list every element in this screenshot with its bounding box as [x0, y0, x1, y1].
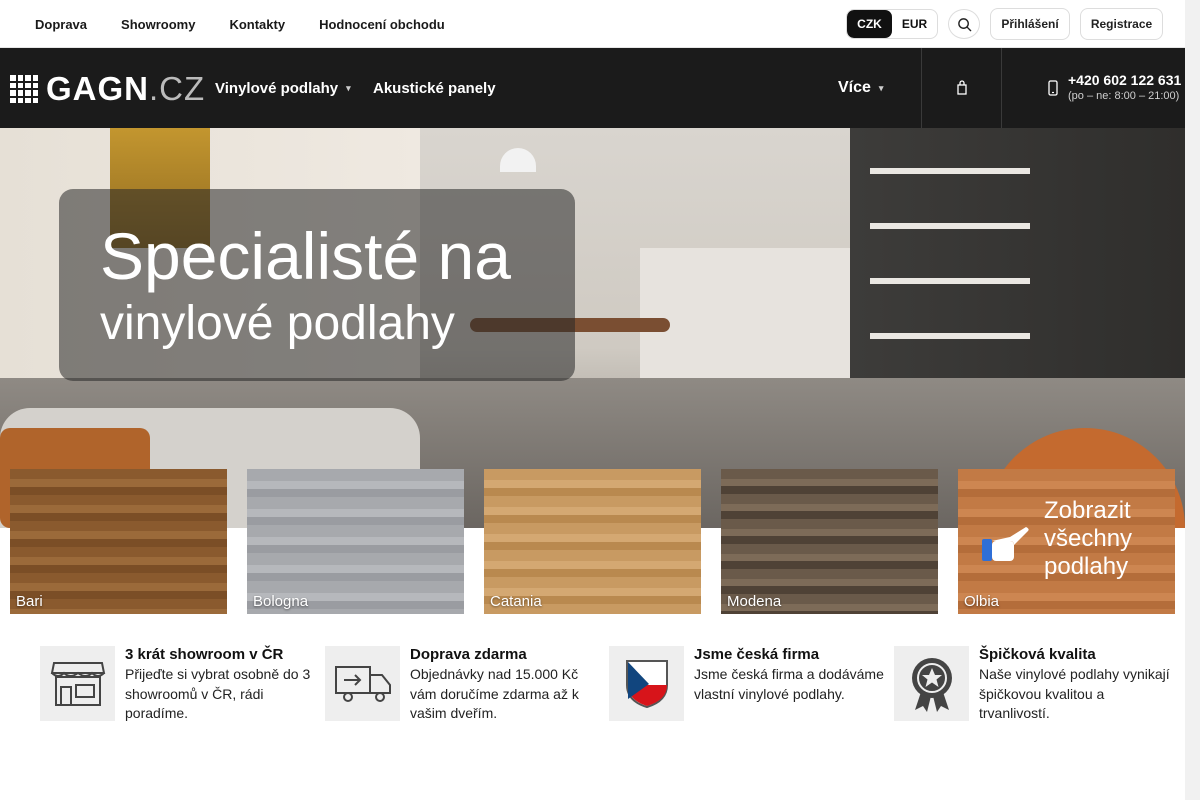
phone-icon — [1048, 80, 1058, 96]
main-header: GAGN.CZ Vinylové podlahy ▾ Akustické pan… — [0, 48, 1185, 128]
czech-flag-shield-icon — [609, 646, 684, 721]
truck-icon — [325, 646, 400, 721]
nav-more[interactable]: Více ▾ — [838, 48, 883, 128]
currency-eur-button[interactable]: EUR — [892, 10, 937, 38]
phone-contact[interactable]: +420 602 122 631 (po – ne: 8:00 – 21:00) — [1048, 72, 1181, 102]
hero-headline-line-1: Specialisté na — [100, 219, 511, 293]
nav-more-label: Více — [838, 79, 871, 96]
floor-tile-label: Catania — [490, 593, 542, 610]
feature-desc: Objednávky nad 15.000 Kč vám doručíme zd… — [410, 666, 579, 721]
nav-divider — [1001, 48, 1002, 128]
login-button[interactable]: Přihlášení — [990, 8, 1070, 40]
hero-headline-line-2: vinylové podlahy — [100, 297, 455, 350]
logo[interactable]: GAGN.CZ — [10, 70, 205, 108]
store-icon — [40, 646, 115, 721]
search-button[interactable] — [948, 9, 980, 39]
cart-icon — [957, 80, 967, 95]
top-link-kontakty[interactable]: Kontakty — [229, 17, 285, 32]
floor-tile-catania[interactable]: Catania — [484, 469, 701, 614]
register-button[interactable]: Registrace — [1080, 8, 1163, 40]
search-icon — [957, 17, 971, 31]
floor-tile-modena[interactable]: Modena — [721, 469, 938, 614]
chevron-down-icon: ▾ — [346, 82, 351, 93]
feature-title: 3 krát showroom v ČR — [125, 646, 284, 663]
floor-tile-label: Olbia — [964, 593, 1000, 610]
top-link-hodnoceni[interactable]: Hodnocení obchodu — [319, 17, 445, 32]
floor-tile-label: Bari — [16, 593, 43, 610]
top-nav: Doprava Showroomy Kontakty Hodnocení obc… — [35, 0, 445, 48]
currency-czk-button[interactable]: CZK — [847, 10, 892, 38]
nav-vinyl-floors-label: Vinylové podlahy — [215, 79, 339, 97]
feature-title: Jsme česká firma — [694, 646, 820, 663]
cart-button[interactable] — [955, 48, 969, 128]
feature-title: Špičková kvalita — [979, 646, 1096, 663]
phone-number: +420 602 122 631 — [1068, 72, 1182, 88]
currency-switch: CZK EUR — [846, 9, 938, 39]
top-bar: Doprava Showroomy Kontakty Hodnocení obc… — [0, 0, 1185, 48]
top-link-showroomy[interactable]: Showroomy — [121, 17, 195, 32]
feature-desc: Naše vinylové podlahy vynikají špičkovou… — [979, 666, 1170, 721]
feature-title: Doprava zdarma — [410, 646, 527, 663]
nav-vinyl-floors[interactable]: Vinylové podlahy ▾ — [215, 48, 351, 128]
floor-tile-label: Modena — [727, 593, 782, 610]
tile-all-cta: Zobrazit všechny podlahy — [1044, 497, 1133, 580]
floor-tile-label: Bologna — [253, 593, 309, 610]
chevron-down-icon: ▾ — [878, 82, 884, 93]
hero-banner: Specialisté na vinylové podlahy — [0, 128, 1185, 528]
nav-acoustic-panels[interactable]: Akustické panely — [373, 48, 496, 128]
top-link-doprava[interactable]: Doprava — [35, 17, 87, 32]
logo-mark-icon — [10, 75, 38, 103]
feature-desc: Přijeďte si vybrat osobně do 3 showroomů… — [125, 666, 311, 721]
floor-tile-bari[interactable]: Bari — [10, 469, 227, 614]
phone-hours: (po – ne: 8:00 – 21:00) — [1068, 90, 1180, 102]
floor-tile-all[interactable]: Zobrazit všechny podlahy Olbia — [958, 469, 1175, 614]
nav-divider — [921, 48, 922, 128]
floor-tile-bologna[interactable]: Bologna — [247, 469, 464, 614]
feature-desc: Jsme česká firma a dodáváme vlastní viny… — [694, 666, 884, 702]
logo-text: GAGN.CZ — [46, 70, 206, 107]
pointing-hand-icon — [982, 527, 1029, 561]
quality-badge-icon — [894, 646, 969, 721]
scrollbar[interactable] — [1185, 0, 1200, 800]
